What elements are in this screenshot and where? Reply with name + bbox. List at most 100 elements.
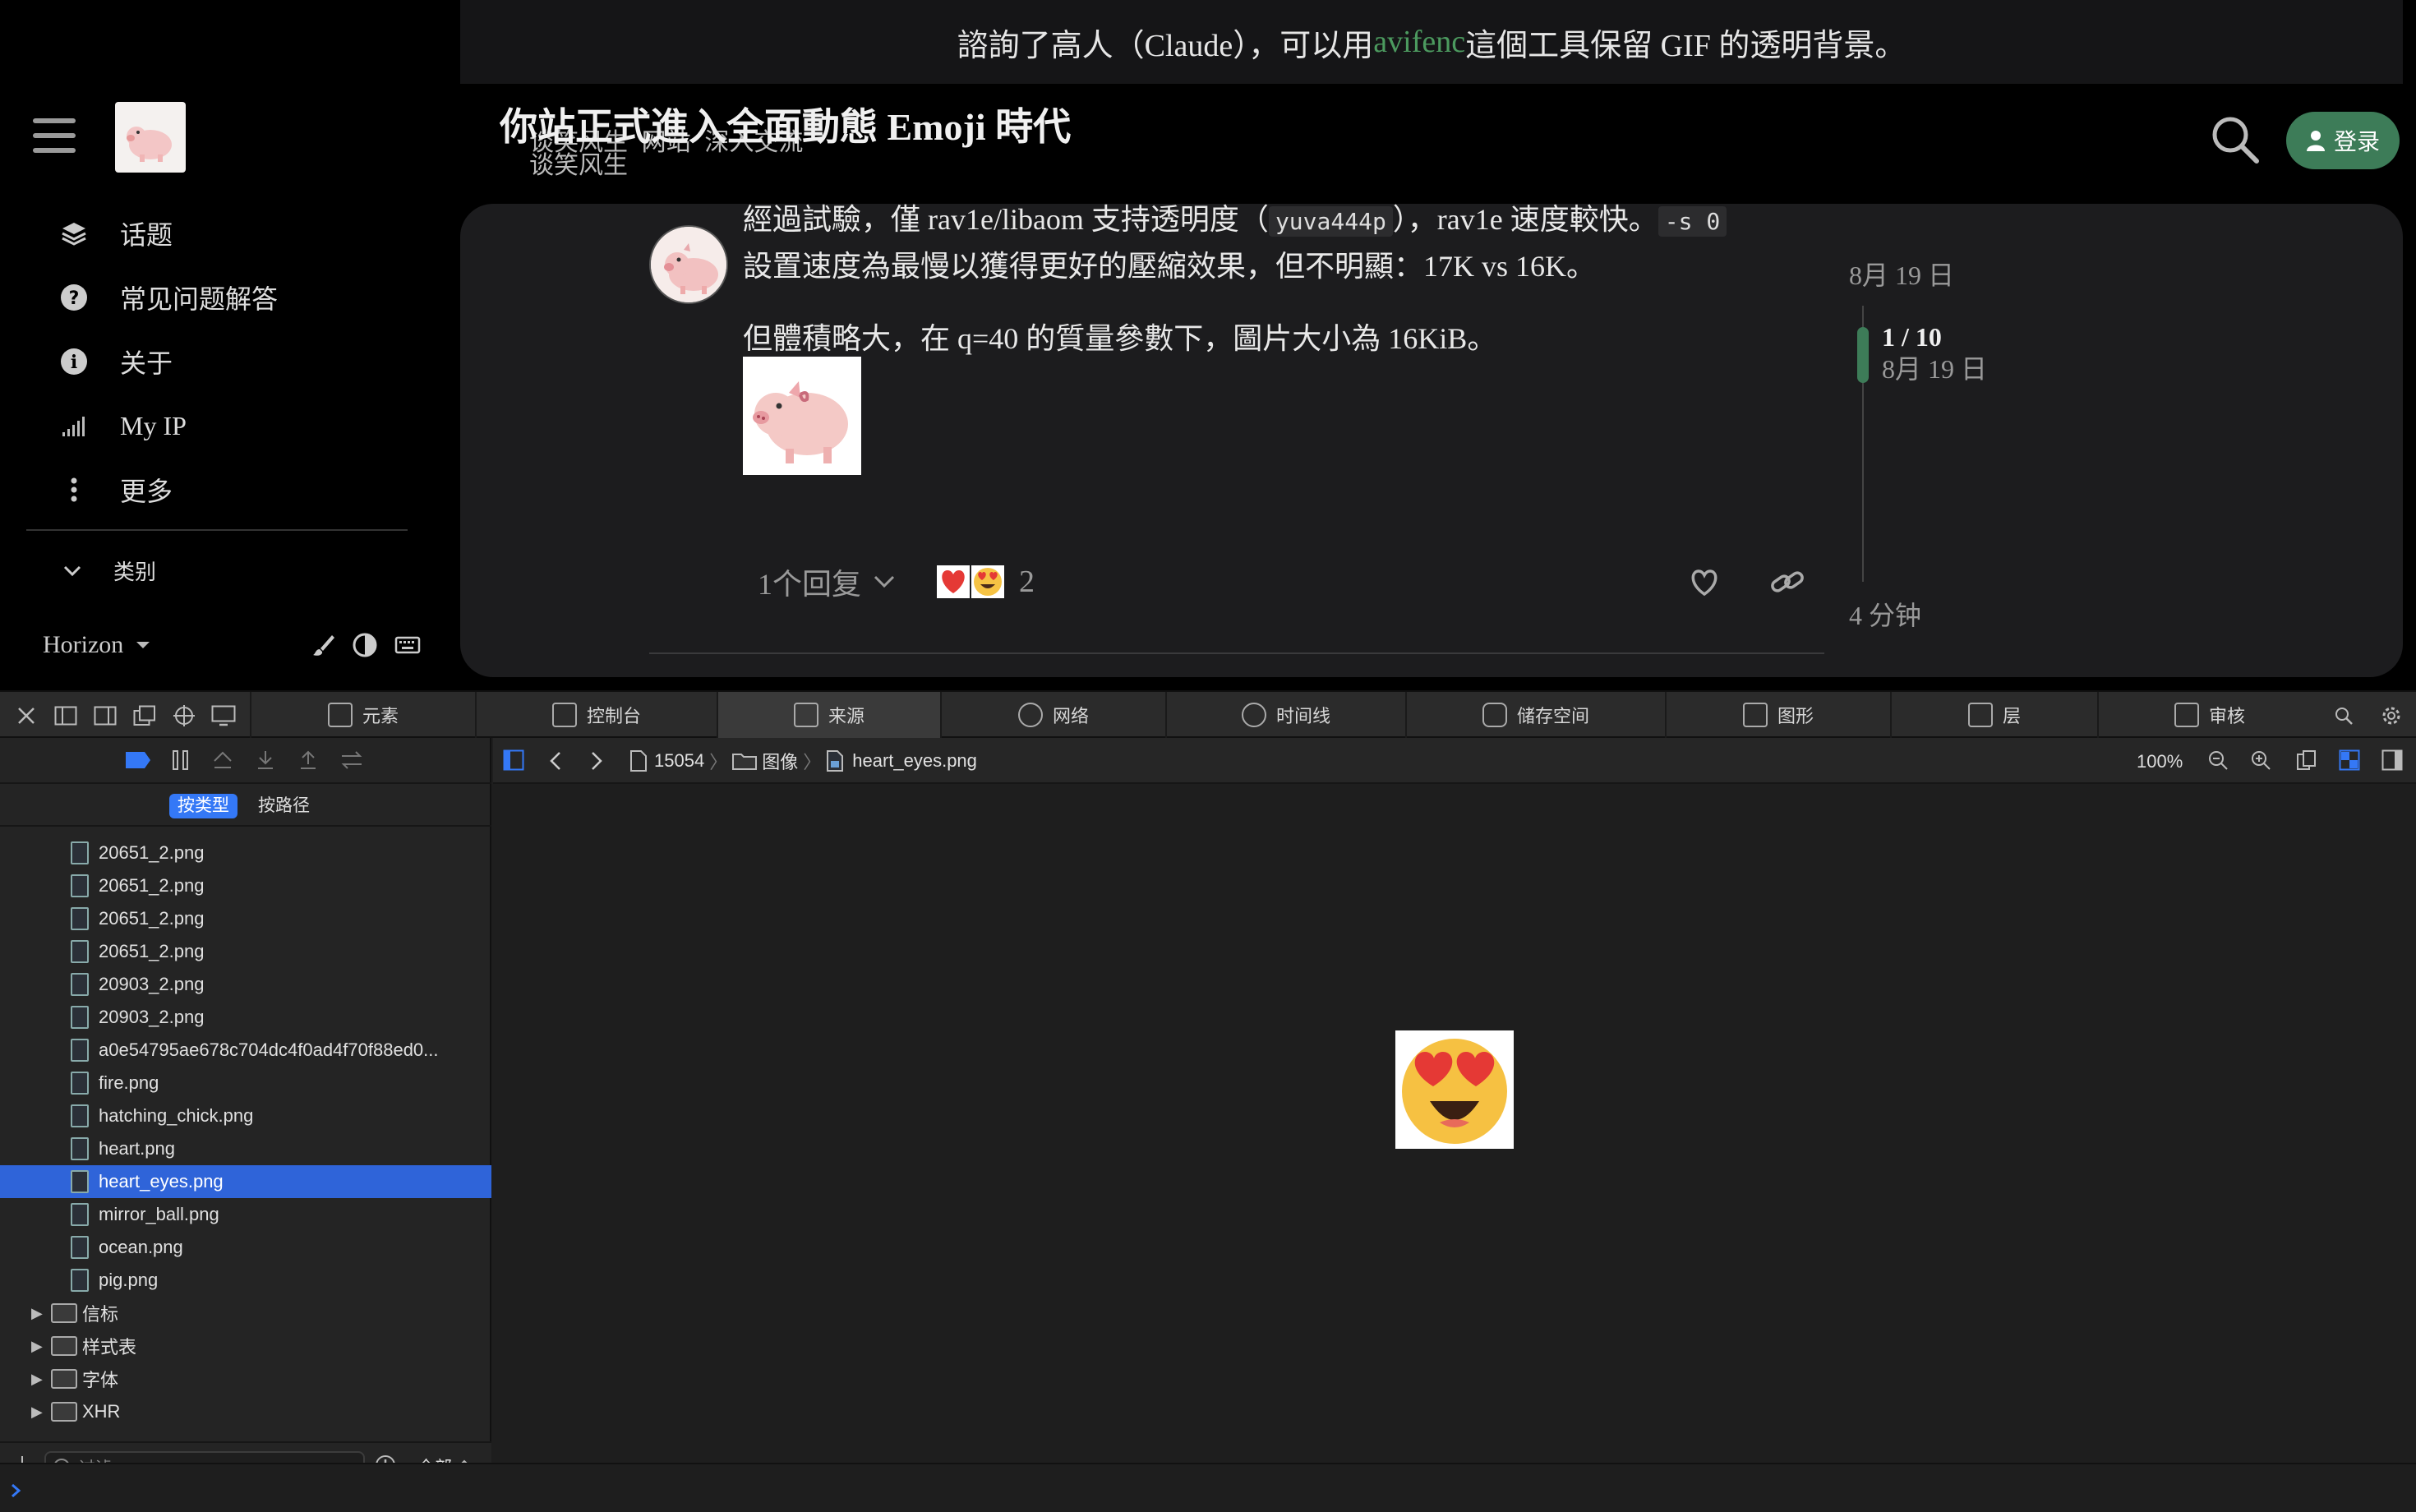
resource-file-row[interactable]: pig.png: [0, 1264, 491, 1297]
gear-icon[interactable]: [2377, 702, 2406, 730]
timeline-position-date: 8月 19 日: [1882, 354, 1988, 384]
continue-icon[interactable]: [340, 749, 363, 771]
resource-file-row[interactable]: 20651_2.png: [0, 869, 491, 902]
undock-icon[interactable]: [130, 702, 159, 730]
topic-title[interactable]: 你站正式進入全面動態 Emoji 時代: [500, 97, 1071, 151]
resource-file-row[interactable]: 20651_2.png: [0, 935, 491, 968]
timeline-end-label[interactable]: 4 分钟: [1849, 595, 1921, 633]
resource-file-row[interactable]: a0e54795ae678c704dc4f0ad4f70f88ed0...: [0, 1034, 491, 1067]
site-logo[interactable]: [115, 102, 186, 173]
disclosure-triangle-icon[interactable]: ▶: [31, 1404, 43, 1421]
link-icon[interactable]: [1768, 564, 1806, 600]
login-button[interactable]: 登录: [2286, 112, 2400, 169]
reactions[interactable]: 2: [937, 564, 1035, 600]
resource-folder-row[interactable]: ▶ 信标: [0, 1297, 491, 1330]
tab-timeline[interactable]: 时间线: [1165, 692, 1405, 738]
image-file-icon: [827, 750, 844, 772]
breadcrumb-item[interactable]: 15054: [654, 750, 704, 772]
topic-category-sub[interactable]: 谈笑风生: [529, 153, 803, 179]
search-icon[interactable]: [2329, 702, 2358, 730]
tab-console[interactable]: 控制台: [475, 692, 717, 738]
caret-down-icon: [136, 642, 150, 648]
categories-toggle[interactable]: 类别: [62, 555, 156, 586]
resource-folder-row[interactable]: ▶ 字体: [0, 1362, 491, 1395]
sidebar-item-about[interactable]: i 关于: [58, 339, 173, 385]
heart-outline-icon[interactable]: [1686, 564, 1722, 600]
tab-audit[interactable]: 审核: [2097, 692, 2321, 738]
console-prompt[interactable]: [0, 1463, 2416, 1512]
contrast-icon[interactable]: [352, 632, 378, 658]
tab-network[interactable]: 网络: [940, 692, 1165, 738]
question-circle-icon: ?: [58, 281, 90, 314]
step-into-icon[interactable]: [255, 749, 276, 771]
dock-left-icon[interactable]: [51, 702, 81, 730]
folder-icon: [51, 1402, 77, 1422]
breadcrumb-item[interactable]: 图像: [762, 748, 798, 774]
signal-bars-icon: [58, 409, 90, 442]
resource-folder-name: 信标: [82, 1304, 119, 1325]
resource-folder-row[interactable]: ▶ XHR: [0, 1395, 491, 1428]
transparency-grid-icon[interactable]: [2339, 749, 2360, 771]
tab-sources[interactable]: 来源: [717, 692, 940, 738]
timeline-handle[interactable]: [1857, 327, 1869, 383]
pig-image[interactable]: [743, 357, 861, 475]
group-by-path[interactable]: 按路径: [250, 794, 318, 818]
crosshair-icon[interactable]: [169, 702, 199, 730]
sidebar-item-label: 常见问题解答: [120, 284, 279, 314]
sidebar-item-more[interactable]: 更多: [58, 467, 173, 513]
resource-file-row[interactable]: hatching_chick.png: [0, 1099, 491, 1132]
graphics-icon: [1742, 703, 1768, 727]
back-icon[interactable]: [549, 751, 562, 771]
notice-link[interactable]: avifenc: [1373, 24, 1465, 60]
sidebar-item-label: 话题: [120, 220, 173, 250]
theme-selector[interactable]: Horizon: [43, 631, 151, 659]
copy-icon[interactable]: [2296, 749, 2317, 771]
resource-file-row[interactable]: 20903_2.png: [0, 968, 491, 1001]
zoom-out-icon[interactable]: [2207, 749, 2229, 771]
tab-storage[interactable]: 储存空间: [1405, 692, 1665, 738]
group-by-type[interactable]: 按类型: [169, 794, 237, 818]
post-avatar[interactable]: [649, 225, 728, 304]
resource-file-row[interactable]: 20903_2.png: [0, 1001, 491, 1034]
sources-navigator: 按类型 按路径 20651_2.png 20651_2.png 20651_2.pn…: [0, 738, 491, 1486]
tab-elements[interactable]: 元素: [250, 692, 475, 738]
replies-toggle[interactable]: 1个回复: [758, 560, 896, 603]
sidebar-toggle-icon[interactable]: [503, 749, 524, 771]
pause-icon[interactable]: [171, 749, 191, 771]
storage-icon: [1482, 703, 1507, 727]
timeline-start-date[interactable]: 8月 19 日: [1849, 255, 1954, 293]
disclosure-triangle-icon[interactable]: ▶: [31, 1305, 43, 1322]
resource-file-row[interactable]: fire.png: [0, 1067, 491, 1099]
hamburger-menu-icon[interactable]: [33, 118, 76, 154]
resource-file-row[interactable]: 20651_2.png: [0, 837, 491, 869]
tab-layers[interactable]: 层: [1890, 692, 2097, 738]
tab-graphics[interactable]: 图形: [1665, 692, 1890, 738]
details-sidebar-icon[interactable]: [2381, 749, 2403, 771]
post-code: -s 0: [1658, 206, 1727, 237]
device-icon[interactable]: [209, 702, 238, 730]
resource-file-row[interactable]: mirror_ball.png: [0, 1198, 491, 1231]
sidebar-item-my-ip[interactable]: My IP: [58, 403, 187, 449]
disclosure-triangle-icon[interactable]: ▶: [31, 1371, 43, 1388]
sidebar-item-topics[interactable]: 话题: [58, 210, 173, 256]
close-icon[interactable]: [12, 702, 41, 730]
step-out-icon[interactable]: [297, 749, 319, 771]
resource-file-row[interactable]: heart.png: [0, 1132, 491, 1165]
sidebar-item-faq[interactable]: ? 常见问题解答: [58, 274, 278, 320]
keyboard-icon[interactable]: [394, 635, 421, 655]
dock-right-icon[interactable]: [90, 702, 120, 730]
breadcrumb-item[interactable]: heart_eyes.png: [852, 750, 977, 772]
resource-folder-row[interactable]: ▶ 样式表: [0, 1330, 491, 1362]
notice-text: 諮詢了高人（Claude），可以用: [957, 28, 1374, 63]
resource-file-row[interactable]: heart_eyes.png: [0, 1165, 491, 1198]
step-over-icon[interactable]: [212, 749, 233, 771]
breakpoint-icon[interactable]: [125, 751, 151, 769]
disclosure-triangle-icon[interactable]: ▶: [31, 1338, 43, 1355]
zoom-in-icon[interactable]: [2250, 749, 2271, 771]
resource-file-row[interactable]: 20651_2.png: [0, 902, 491, 935]
search-icon[interactable]: [2209, 113, 2262, 166]
forward-icon[interactable]: [590, 751, 603, 771]
categories-label: 类别: [113, 560, 157, 584]
brush-icon[interactable]: [311, 632, 337, 658]
resource-file-row[interactable]: ocean.png: [0, 1231, 491, 1264]
